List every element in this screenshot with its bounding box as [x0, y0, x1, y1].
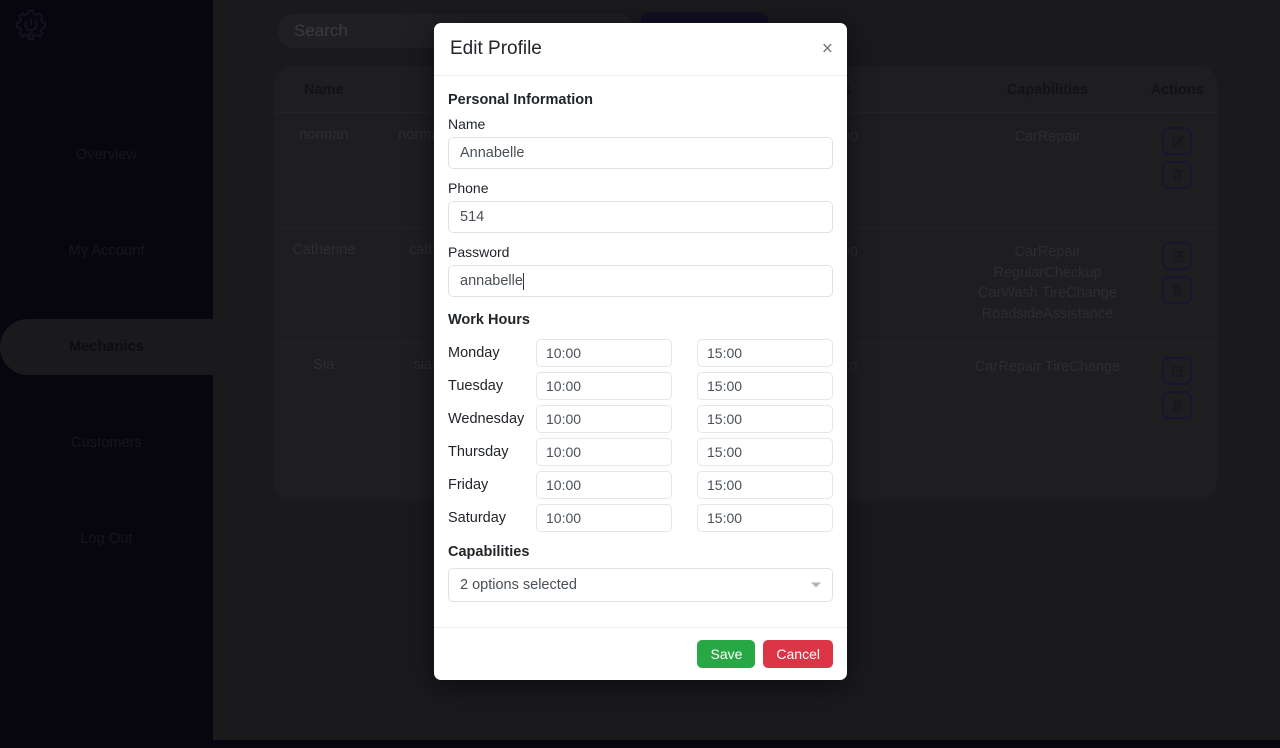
text-cursor — [523, 273, 524, 290]
cell-name: Catherine — [274, 227, 374, 343]
phone-label: Phone — [448, 180, 489, 196]
work-hours-start-input[interactable] — [536, 503, 672, 532]
work-hours-row: Thursday — [448, 435, 833, 468]
work-hours-end-input[interactable] — [697, 371, 833, 400]
work-hours-day-label: Saturday — [448, 509, 507, 526]
save-button[interactable]: Save — [697, 640, 756, 668]
work-hours-end-input[interactable] — [697, 338, 833, 367]
cell-capabilities: CarRepair TireChange — [957, 342, 1138, 458]
edit-pencil-icon[interactable] — [1162, 242, 1193, 270]
nav-notch-bottom-mask — [0, 375, 213, 405]
edit-profile-modal: Edit Profile × Personal Information Name… — [434, 23, 847, 680]
nav-notch-bottom — [0, 375, 213, 405]
sidebar-item-label: My Account — [68, 243, 145, 259]
capabilities-selected-value: 2 options selected — [460, 577, 577, 593]
work-hours-day-label: Wednesday — [448, 410, 525, 427]
work-hours-row: Tuesday — [448, 369, 833, 402]
cell-actions — [1137, 342, 1217, 458]
edit-pencil-icon[interactable] — [1162, 127, 1193, 155]
cell-capabilities: CarRepair — [957, 112, 1138, 228]
name-label: Name — [448, 116, 486, 132]
sidebar-item-my-account[interactable]: My Account — [0, 223, 213, 279]
password-field[interactable] — [448, 265, 833, 297]
name-field[interactable] — [448, 137, 833, 169]
modal-header: Edit Profile × — [434, 23, 847, 76]
cell-actions — [1137, 112, 1217, 228]
chevron-down-icon — [811, 582, 821, 588]
sidebar-item-overview[interactable]: Overview — [0, 127, 213, 183]
work-hours-row: Monday — [448, 336, 833, 369]
work-hours-day-label: Thursday — [448, 443, 509, 460]
work-hours-day-label: Monday — [448, 344, 500, 361]
sidebar: Overview My Account Mechanics Customers … — [0, 0, 213, 748]
work-hours-start-input[interactable] — [536, 371, 672, 400]
work-hours-row: Wednesday — [448, 402, 833, 435]
work-hours-end-input[interactable] — [697, 503, 833, 532]
trash-icon[interactable] — [1162, 391, 1193, 419]
work-hours-end-input[interactable] — [697, 437, 833, 466]
column-header-name: Name — [304, 82, 344, 98]
personal-information-heading: Personal Information — [448, 92, 594, 108]
work-hours-start-input[interactable] — [536, 437, 672, 466]
work-hours-day-label: Friday — [448, 476, 489, 493]
cell-capabilities: CarRepair RegularCheckup CarWash TireCha… — [957, 227, 1138, 343]
sidebar-item-label: Customers — [71, 435, 142, 451]
work-hours-grid: Monday Tuesday Wednesday Thursday Friday Satu… — [448, 336, 833, 534]
trash-icon[interactable] — [1162, 276, 1193, 304]
cell-name: Sia — [274, 342, 374, 458]
trash-icon[interactable] — [1162, 161, 1193, 189]
modal-title: Edit Profile — [450, 38, 542, 59]
app-root: Overview My Account Mechanics Customers … — [0, 0, 1280, 748]
sidebar-item-log-out[interactable]: Log Out — [0, 511, 213, 567]
cancel-button[interactable]: Cancel — [763, 640, 833, 668]
sidebar-item-label: Log Out — [80, 531, 133, 547]
edit-pencil-icon[interactable] — [1162, 357, 1193, 385]
modal-body: Personal Information Name Phone Password… — [434, 76, 847, 647]
nav-notch-top-mask — [0, 289, 213, 319]
capabilities-select[interactable]: 2 options selected — [448, 568, 833, 602]
work-hours-start-input[interactable] — [536, 338, 672, 367]
cell-actions — [1137, 227, 1217, 343]
column-header-actions: Actions — [1150, 82, 1204, 98]
work-hours-row: Friday — [448, 468, 833, 501]
cell-name: norman — [274, 112, 374, 228]
work-hours-day-label: Tuesday — [448, 377, 504, 394]
work-hours-heading: Work Hours — [448, 312, 530, 328]
sidebar-item-label: Overview — [75, 147, 138, 163]
work-hours-start-input[interactable] — [536, 470, 672, 499]
nav-notch-top — [0, 289, 213, 319]
password-field-wrapper — [448, 265, 833, 308]
password-label: Password — [448, 244, 510, 260]
phone-field[interactable] — [448, 201, 833, 233]
work-hours-end-input[interactable] — [697, 470, 833, 499]
modal-footer: Save Cancel — [434, 627, 847, 680]
work-hours-start-input[interactable] — [536, 404, 672, 433]
work-hours-end-input[interactable] — [697, 404, 833, 433]
close-icon[interactable]: × — [822, 40, 833, 59]
sidebar-item-label: Mechanics — [68, 339, 145, 355]
sidebar-item-mechanics[interactable]: Mechanics — [0, 289, 213, 405]
sidebar-item-customers[interactable]: Customers — [0, 415, 213, 471]
column-header-capabilities: Capabilities — [1006, 82, 1089, 98]
capabilities-heading: Capabilities — [448, 544, 530, 560]
work-hours-row: Saturday — [448, 501, 833, 534]
gear-power-icon — [8, 3, 54, 49]
